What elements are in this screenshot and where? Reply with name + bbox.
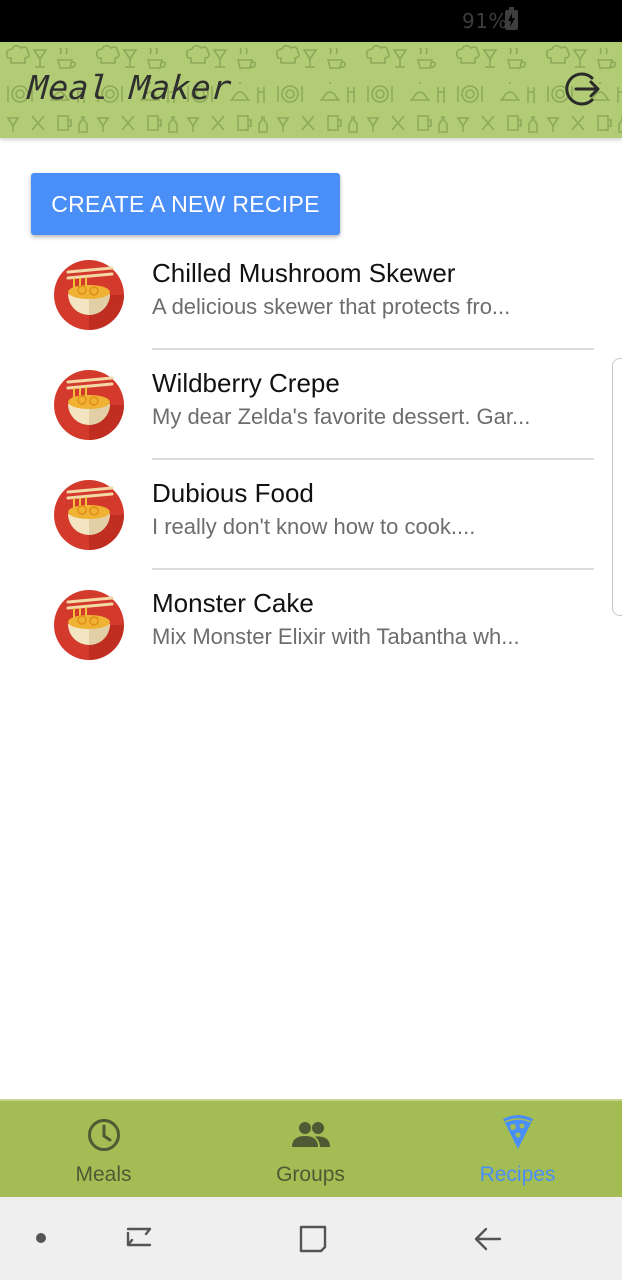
tab-recipes[interactable]: Recipes <box>414 1101 621 1199</box>
status-bar: 91% <box>0 0 622 42</box>
battery-charging-icon <box>505 7 518 30</box>
recipe-title: Chilled Mushroom Skewer <box>152 258 456 288</box>
list-item[interactable]: Wildberry Crepe My dear Zelda's favorite… <box>0 350 622 460</box>
noodle-bowl-icon <box>54 370 124 440</box>
app-bar: Meal Maker <box>0 42 622 138</box>
tab-meals[interactable]: Meals <box>0 1101 207 1199</box>
battery-percent: 91% <box>462 9 508 33</box>
noodle-bowl-icon <box>54 480 124 550</box>
tab-meals-label: Meals <box>75 1163 132 1186</box>
edge-panel-handle[interactable] <box>612 358 622 616</box>
create-recipe-button[interactable]: CREATE A NEW RECIPE <box>31 173 340 235</box>
recipe-description: I really don't know how to cook.... <box>152 514 476 539</box>
clock-icon <box>87 1119 120 1151</box>
recipe-title: Dubious Food <box>152 478 314 508</box>
app-title: Meal Maker <box>26 68 234 107</box>
tab-groups[interactable]: Groups <box>207 1101 414 1199</box>
tab-groups-label: Groups <box>276 1163 345 1186</box>
home-icon[interactable] <box>297 1223 329 1255</box>
recents-icon[interactable] <box>122 1223 156 1253</box>
back-icon[interactable] <box>472 1223 504 1255</box>
recipe-title: Wildberry Crepe <box>152 368 340 398</box>
list-item[interactable]: Dubious Food I really don't know how to … <box>0 460 622 570</box>
recipe-description: Mix Monster Elixir with Tabantha wh... <box>152 624 520 649</box>
recipe-title: Monster Cake <box>152 588 314 618</box>
list-item[interactable]: Monster Cake Mix Monster Elixir with Tab… <box>0 570 622 680</box>
people-icon <box>291 1122 330 1147</box>
logout-icon <box>565 72 600 106</box>
pizza-slice-icon <box>502 1115 533 1149</box>
logout-button[interactable] <box>564 70 602 108</box>
recipe-description: A delicious skewer that protects fro... <box>152 294 511 319</box>
bottom-nav: Meals Groups Recipes <box>0 1099 622 1197</box>
dot-icon[interactable] <box>34 1231 48 1245</box>
noodle-bowl-icon <box>54 590 124 660</box>
tab-recipes-label: Recipes <box>479 1163 556 1186</box>
list-item[interactable]: Chilled Mushroom Skewer A delicious skew… <box>0 240 622 350</box>
recipe-description: My dear Zelda's favorite dessert. Gar... <box>152 404 531 429</box>
recipe-list: Chilled Mushroom Skewer A delicious skew… <box>0 240 622 680</box>
noodle-bowl-icon <box>54 260 124 330</box>
system-nav-bar <box>0 1197 622 1280</box>
